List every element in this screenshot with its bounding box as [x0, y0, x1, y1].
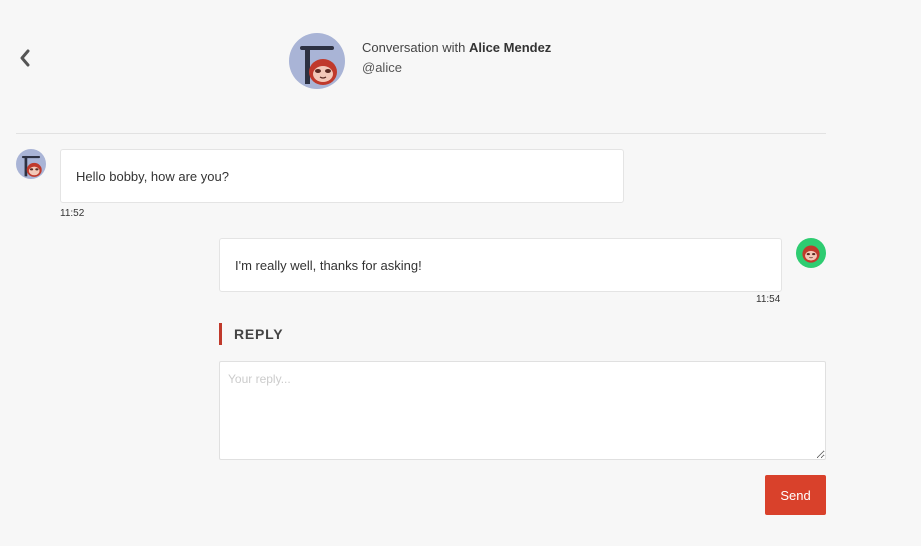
- message-avatar-bobby: [796, 238, 826, 268]
- reply-input[interactable]: [219, 361, 826, 460]
- contact-avatar: [289, 33, 345, 89]
- header-divider: [16, 133, 826, 134]
- message-bubble-incoming: Hello bobby, how are you?: [60, 149, 624, 203]
- sloth-avatar-icon: [289, 33, 345, 89]
- send-button[interactable]: Send: [765, 475, 826, 515]
- sloth-avatar-icon: [16, 149, 46, 179]
- conversation-header: Conversation with Alice Mendez @alice: [362, 38, 551, 78]
- message-bubble-outgoing: I'm really well, thanks for asking!: [219, 238, 782, 292]
- conversation-title-prefix: Conversation with: [362, 40, 466, 55]
- reply-heading: REPLY: [219, 323, 283, 345]
- back-button[interactable]: [14, 46, 36, 70]
- contact-handle: @alice: [362, 60, 402, 75]
- chevron-left-icon: [20, 49, 30, 67]
- sloth-avatar-green-icon: [796, 238, 826, 268]
- message-time: 11:54: [756, 294, 781, 305]
- conversation-title: Conversation with Alice Mendez: [362, 38, 551, 58]
- conversation-page: Conversation with Alice Mendez @alice He…: [0, 0, 921, 546]
- message-avatar-alice: [16, 149, 46, 179]
- contact-name: Alice Mendez: [468, 40, 552, 55]
- message-text: Hello bobby, how are you?: [76, 168, 229, 184]
- message-text: I'm really well, thanks for asking!: [235, 257, 422, 273]
- message-time: 11:52: [60, 208, 85, 219]
